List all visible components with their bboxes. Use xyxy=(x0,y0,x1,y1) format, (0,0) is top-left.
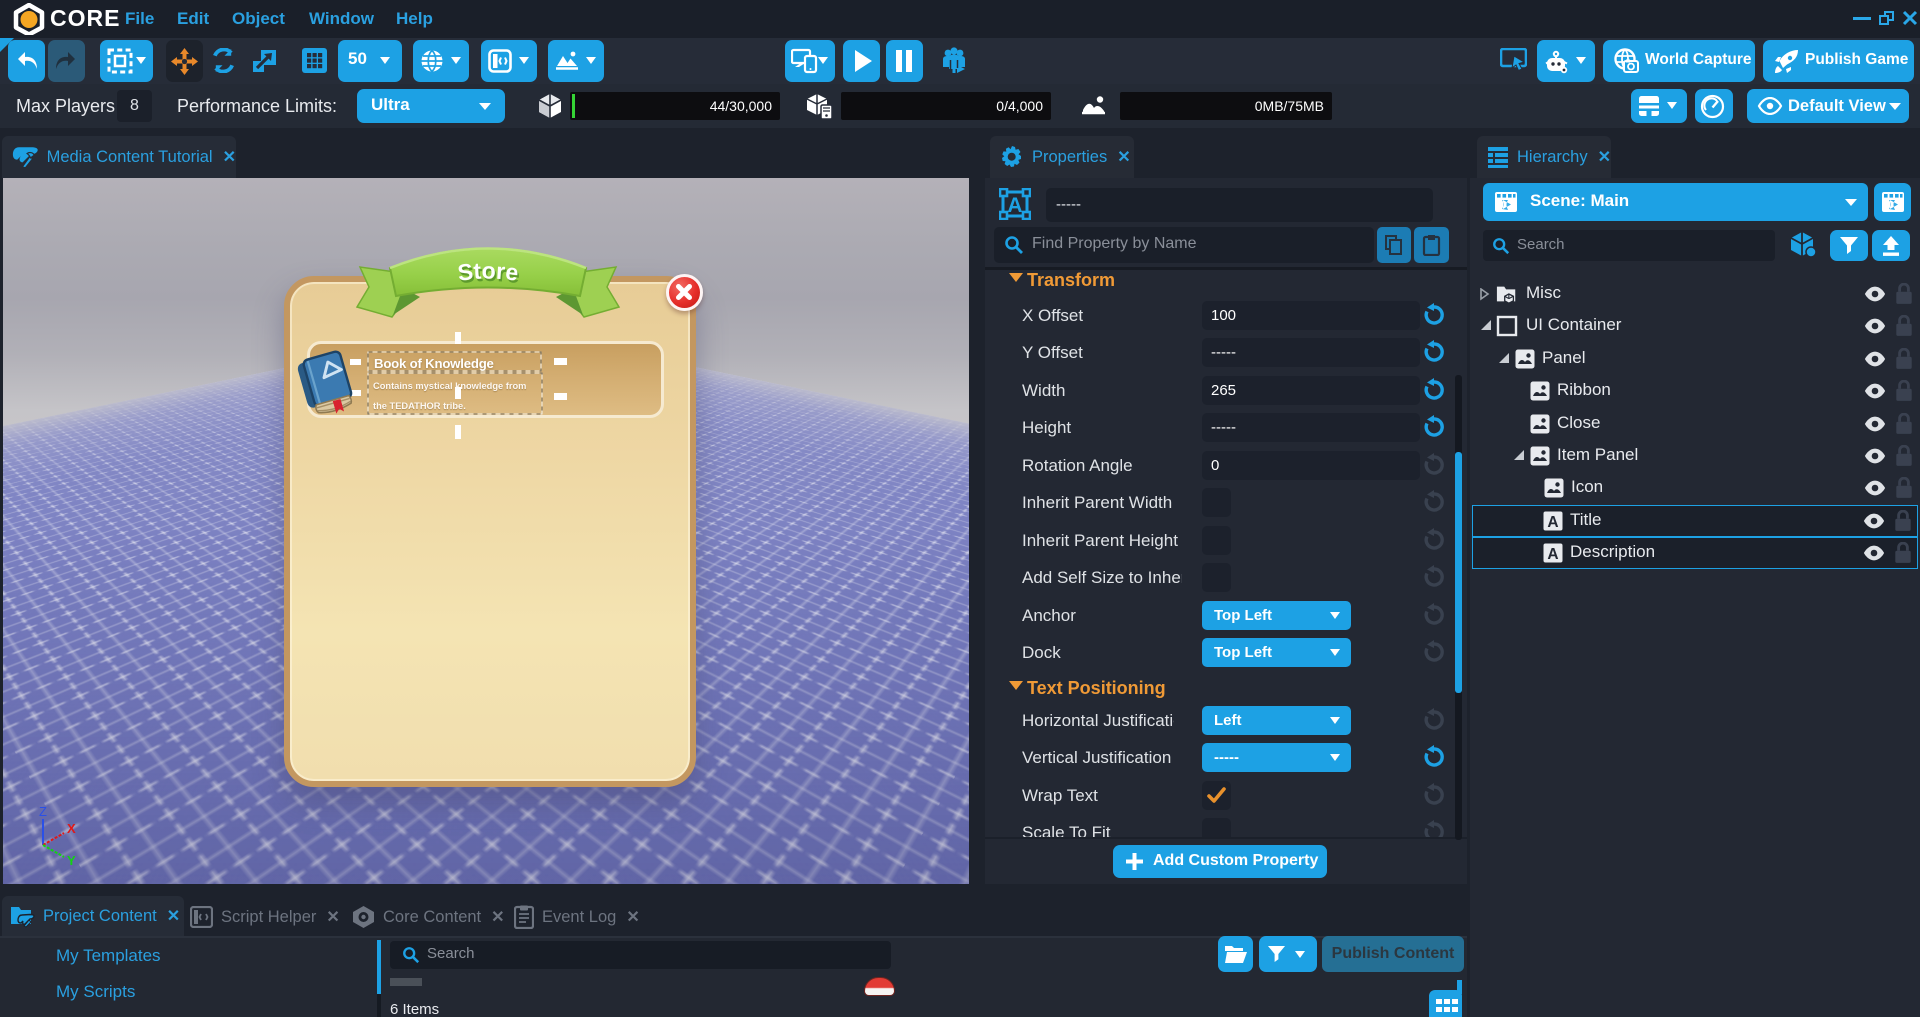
svg-text:Store: Store xyxy=(456,257,520,285)
svg-text:X: X xyxy=(67,821,76,836)
svg-text:A: A xyxy=(1007,194,1022,217)
svg-text:A: A xyxy=(1547,546,1558,563)
svg-text:A: A xyxy=(1547,514,1558,531)
svg-text:Y: Y xyxy=(67,853,76,868)
svg-text:Z: Z xyxy=(39,804,47,819)
